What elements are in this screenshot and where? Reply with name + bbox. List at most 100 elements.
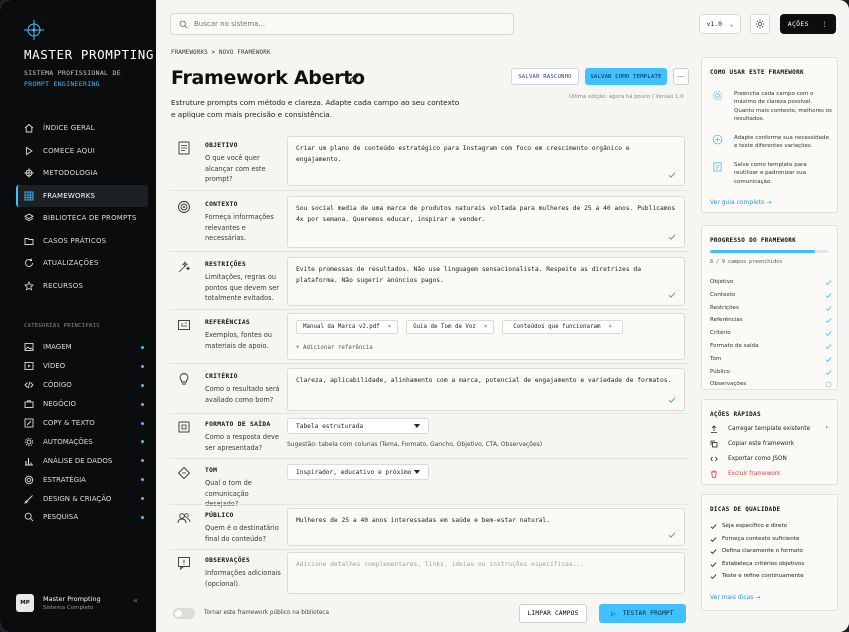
search-box[interactable] [170,13,514,35]
category-label: COPY & TEXTO [43,419,95,427]
progress-item: Contexto [710,292,832,298]
code-icon [24,381,34,389]
test-prompt-button[interactable]: ▷ TESTAR PROMPT [599,604,686,623]
nav-item-comece-aqui[interactable]: COMECE AQUI [16,140,148,163]
collapse-sidebar-icon[interactable]: « [133,596,138,605]
select-value: Inspirador, educativo e próximo [296,468,412,476]
brush-icon [24,494,33,504]
nav-label: BIBLIOTECA DE PROMPTS [43,214,137,223]
chat-bubble-icon [177,466,191,480]
clear-fields-button[interactable]: LIMPAR CAMPOS [519,604,587,623]
progress-item-label: Observações [710,381,747,388]
tom-select[interactable]: Inspirador, educativo e próximo [287,464,429,480]
action-label: Carregar template existente [728,426,811,432]
observacoes-textarea[interactable]: Adicione detalhes complementares, links,… [287,552,685,594]
field-tom: TOM Qual o tom de comunicação desejado? … [169,458,689,508]
category-item-video[interactable]: VÍDEO [16,357,148,376]
field-question: Informações adicionais (opcional). [205,569,281,588]
delete-framework-action[interactable]: Excluir framework [710,470,832,480]
progress-item-label: Contexto [710,291,736,298]
category-item-estrategia[interactable]: ESTRATÉGIA [16,470,148,489]
objetivo-textarea[interactable]: Criar um plano de conteúdo estratégico p… [287,136,685,186]
form-footer: Tornar este framework público na bibliot… [156,596,696,632]
more-tips-link[interactable]: Ver mais dicas → [710,594,760,601]
progress-item: Critério [710,330,832,337]
progress-item-label: Critério [710,330,731,337]
category-label: PESQUISA [43,513,79,522]
save-draft-button[interactable]: SALVAR RASCUNHO [511,68,579,85]
quality-tip-label: Teste e refine continuamente [722,573,804,579]
category-dot [141,345,144,349]
category-item-copy[interactable]: COPY & TEXTO [16,414,148,433]
copy-icon [710,440,718,448]
save-template-button[interactable]: SALVAR COMO TEMPLATE [585,68,667,85]
quality-tips-panel: DICAS DE QUALIDADE Seja específico e dir… [701,494,838,611]
chip-label: Conteúdos que funcionaram [513,323,601,330]
load-template-action[interactable]: Carregar template existente › [710,425,832,435]
nav-item-casos[interactable]: CASOS PRÁTICOS [16,230,148,253]
category-dot [141,402,144,406]
category-item-pesquisa[interactable]: PESQUISA [16,508,148,527]
more-options-button[interactable]: ··· [673,68,689,85]
quality-tip-label: Forneça contexto suficiente [722,535,800,542]
version-select[interactable]: v1.0 ⌄ [699,14,741,34]
avatar: MP [16,594,34,612]
add-reference-link[interactable]: + Adicionar referência [296,343,676,354]
copy-framework-action[interactable]: Copiar este framework [710,440,832,450]
quality-tip-label: Seja específico e direto [722,523,788,529]
briefcase-icon [24,400,34,409]
code-icon [710,456,718,462]
referencias-box[interactable]: Manual da Marca v2.pdf × Guia de Tom de V… [287,313,685,360]
category-label: NEGÓCIO [43,400,77,409]
remove-chip-icon[interactable]: × [608,322,612,333]
nav-item-indice-geral[interactable]: ÍNDICE GERAL [16,117,148,140]
nav-item-recursos[interactable]: RECURSOS [16,275,148,298]
document-icon [178,141,190,155]
full-guide-link[interactable]: Ver guia completo → [710,199,772,206]
category-item-codigo[interactable]: CÓDIGO [16,376,148,395]
edit-title-icon[interactable] [348,72,360,84]
contexto-textarea[interactable]: Sou social media de uma marca de produto… [287,196,685,248]
category-dot [141,478,144,482]
field-value: Criar um plano de conteúdo estratégico p… [296,145,630,163]
actions-button[interactable]: AÇÕES ⋮ [780,14,836,34]
nav-item-biblioteca[interactable]: BIBLIOTECA DE PROMPTS [16,207,148,230]
category-item-automacoes[interactable]: AUTOMAÇÕES [16,432,148,451]
field-value: Evite promessas de resultados. Não use l… [296,266,641,284]
search-input[interactable] [194,20,494,28]
export-json-action[interactable]: Exportar como JSON [710,455,832,465]
criterio-textarea[interactable]: Clareza, aplicabilidade, alinhamento com… [287,368,685,411]
reference-chip[interactable]: Guia de Tom de Voz × [406,320,495,334]
category-label: ANÁLISE DE DADOS [43,456,113,465]
category-item-negocio[interactable]: NEGÓCIO [16,395,148,414]
remove-chip-icon[interactable]: × [484,322,488,333]
category-item-design[interactable]: DESIGN & CRIAÇÃO [16,489,148,508]
nav-item-metodologia[interactable]: METODOLOGIA [16,162,148,185]
chip-label: Guia de Tom de Voz [413,323,476,330]
field-contexto: CONTEXTO Forneça informações relevantes … [169,190,689,251]
nav-item-atualizacoes[interactable]: ATUALIZAÇÕES [16,252,148,275]
public-toggle[interactable] [173,608,195,619]
user-card[interactable]: MP Master Prompting Sistema Completo « [16,588,146,618]
check-icon [710,524,717,530]
restricoes-textarea[interactable]: Evite promessas de resultados. Não use l… [287,257,685,306]
pen-icon [24,418,34,428]
category-item-imagem[interactable]: IMAGEM [16,338,148,357]
category-dot [141,497,144,501]
formato-select[interactable]: Tabela estruturada [287,418,429,434]
quality-tip-label: Estabeleça critérios objetivos [722,560,805,567]
main-content: v1.0 ⌄ AÇÕES ⋮ FRAMEWORKS > NOVO FRAMEWO… [156,0,849,632]
field-name: TOM [205,467,218,474]
category-dot [141,421,144,425]
app-window: MASTER PROMPTING SISTEMA PROFISSIONAL DE… [0,0,849,632]
remove-chip-icon[interactable]: × [388,322,392,333]
category-label: IMAGEM [43,343,72,352]
category-item-analise[interactable]: ANÁLISE DE DADOS [16,451,148,470]
theme-toggle-button[interactable] [750,14,770,34]
field-question: Forneça informações relevantes e necessá… [205,213,274,242]
field-question: Como o resultado será avaliado como bom? [205,385,280,404]
publico-textarea[interactable]: Mulheres de 25 a 40 anos interessadas em… [287,508,685,546]
reference-chip[interactable]: Conteúdos que funcionaram × [502,320,623,334]
reference-chip[interactable]: Manual da Marca v2.pdf × [296,320,399,334]
nav-item-frameworks[interactable]: FRAMEWORKS [16,184,148,207]
